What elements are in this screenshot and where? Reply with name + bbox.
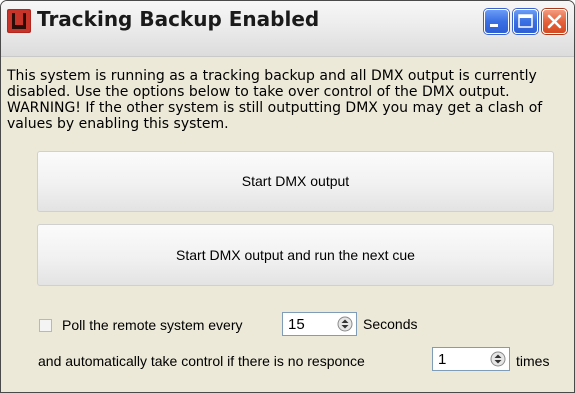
poll-interval-input[interactable] [288,315,328,333]
window-title: Tracking Backup Enabled [37,7,320,31]
poll-remote-checkbox[interactable] [39,319,52,332]
close-icon [547,14,562,29]
no-response-count-spin-buttons[interactable] [490,351,506,367]
maximize-icon [518,14,533,28]
minimize-button[interactable] [484,9,509,34]
poll-interval-spin-buttons[interactable] [337,316,353,332]
close-button[interactable] [542,9,567,34]
app-logo-icon [7,9,31,33]
poll-unit-label: Seconds [363,316,418,332]
dialog-body: This system is running as a tracking bac… [1,57,574,392]
start-dmx-output-button[interactable]: Start DMX output [37,151,554,212]
spin-up-down-icon [490,351,506,367]
poll-label: Poll the remote system every [62,317,243,333]
minimize-icon [490,24,498,27]
title-bar[interactable]: Tracking Backup Enabled [1,1,574,57]
poll-interval-spinner[interactable] [282,312,357,336]
no-response-count-spinner[interactable] [432,347,510,371]
times-label: times [516,353,550,369]
no-response-count-input[interactable] [438,350,478,368]
warning-message: This system is running as a tracking bac… [7,68,543,132]
maximize-button[interactable] [513,9,538,34]
dialog-window: Tracking Backup Enabled This system is r… [0,0,575,393]
auto-control-label: and automatically take control if there … [38,353,365,369]
spin-up-down-icon [337,316,353,332]
start-dmx-and-run-next-cue-button[interactable]: Start DMX output and run the next cue [37,224,554,286]
